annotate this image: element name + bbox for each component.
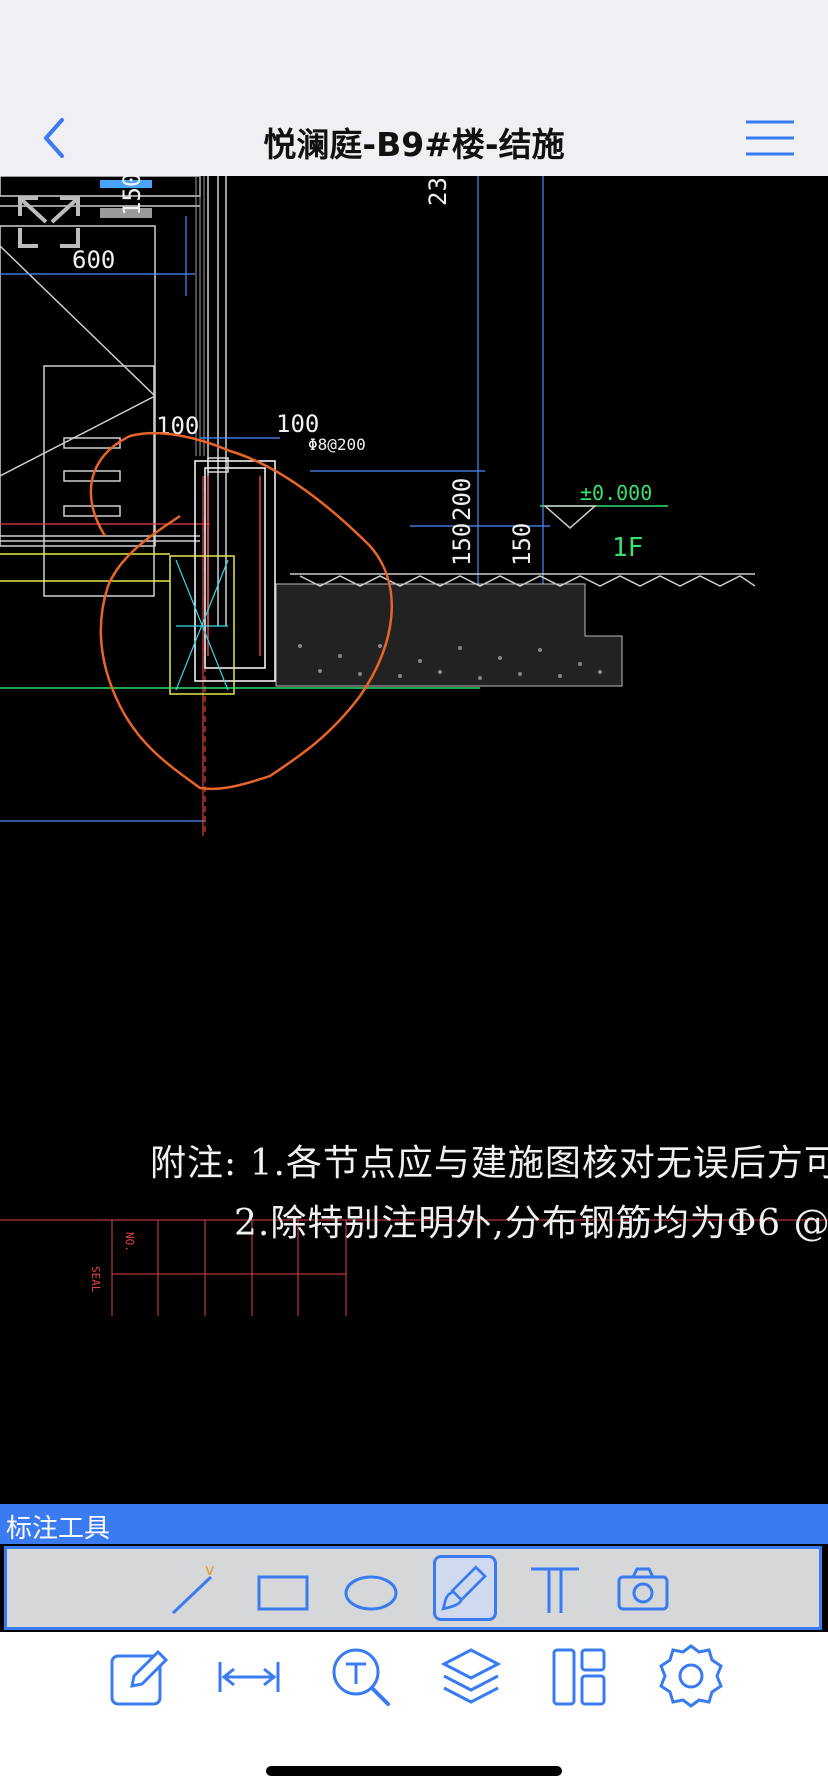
ellipse-tool-button[interactable] xyxy=(339,1555,403,1621)
title-block-seal: SEAL xyxy=(89,1266,102,1293)
measure-icon xyxy=(218,1662,280,1692)
markup-toolbar-header: 标注工具 xyxy=(0,1504,828,1544)
floor-label: 1F xyxy=(612,533,643,563)
dim-rebar: Φ8@200 xyxy=(308,435,366,454)
dim-100-right: 100 xyxy=(276,410,319,438)
measure-button[interactable] xyxy=(214,1642,284,1712)
page-title: 悦澜庭-B9#楼-结施 xyxy=(263,125,565,164)
dim-600: 600 xyxy=(72,246,115,274)
camera-tool-button[interactable] xyxy=(611,1555,675,1621)
text-search-button[interactable] xyxy=(326,1642,396,1712)
bottom-tab-bar xyxy=(0,1632,828,1792)
ellipse-tool-icon xyxy=(344,1575,398,1611)
cad-drawing-canvas[interactable]: 23 150 600 100 100 Φ8@200 200 150 150 ±0… xyxy=(0,176,828,1504)
elevation-label: ±0.000 xyxy=(580,481,652,505)
nav-bar: 悦澜庭-B9#楼-结施 xyxy=(0,100,828,176)
dim-150-top: 150 xyxy=(118,176,146,216)
menu-button[interactable] xyxy=(744,114,796,162)
edit-button[interactable] xyxy=(104,1642,174,1712)
dim-150-a: 150 xyxy=(448,523,476,566)
text-search-icon xyxy=(332,1648,390,1706)
hamburger-menu-icon xyxy=(746,120,794,156)
svg-text:v: v xyxy=(205,1560,214,1579)
camera-icon xyxy=(617,1567,669,1611)
markup-tool-panel: v xyxy=(4,1546,822,1630)
settings-button[interactable] xyxy=(656,1642,726,1712)
note-line-2: 2.除特别注明外,分布钢筋均为Φ6 @200。 xyxy=(234,1203,828,1244)
cad-drawing: 23 150 600 100 100 Φ8@200 200 150 150 ±0… xyxy=(0,176,828,1316)
rectangle-tool-icon xyxy=(257,1575,309,1611)
layout-icon xyxy=(552,1648,606,1706)
settings-gear-icon xyxy=(659,1644,723,1708)
rectangle-tool-button[interactable] xyxy=(251,1555,315,1621)
dim-150-b: 150 xyxy=(508,523,536,566)
layout-button[interactable] xyxy=(544,1642,614,1712)
text-tool-icon xyxy=(531,1567,579,1613)
line-tool-button[interactable]: v xyxy=(165,1555,229,1621)
freehand-brush-icon xyxy=(441,1565,487,1611)
status-bar xyxy=(0,0,828,100)
layers-button[interactable] xyxy=(436,1642,506,1712)
markup-toolbar-label: 标注工具 xyxy=(6,1514,111,1544)
dim-23: 23 xyxy=(424,177,452,206)
edit-icon xyxy=(110,1649,169,1706)
text-tool-button[interactable] xyxy=(523,1555,587,1621)
home-indicator[interactable] xyxy=(266,1766,562,1776)
dim-200: 200 xyxy=(448,478,476,521)
freehand-tool-button[interactable] xyxy=(433,1555,497,1621)
note-line-1: 附注: 1.各节点应与建施图核对无误后方可施工。 xyxy=(150,1143,828,1184)
title-block-no: NO. xyxy=(123,1232,136,1252)
layers-icon xyxy=(440,1648,502,1704)
line-tool-icon: v xyxy=(171,1560,214,1615)
